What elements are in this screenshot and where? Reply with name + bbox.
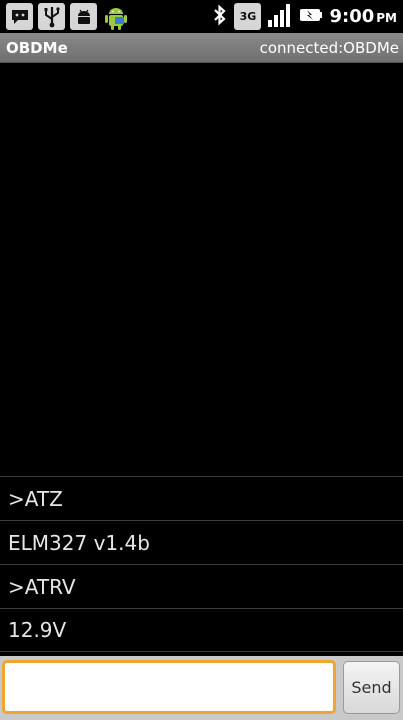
log-row: 12.9V	[0, 608, 403, 652]
screen: 3G 9:00 PM OBDMe connected:OBDMe >ATZ EL…	[0, 0, 403, 720]
android-icon[interactable]	[102, 3, 129, 30]
bluetooth-icon[interactable]	[212, 3, 228, 31]
battery-icon[interactable]	[299, 6, 323, 28]
usb-icon[interactable]	[38, 3, 65, 30]
notification-icons	[0, 3, 129, 30]
app-title: OBDMe	[6, 38, 68, 57]
connection-status: connected:OBDMe	[259, 38, 399, 57]
log-list: >ATZ ELM327 v1.4b >ATRV 12.9V	[0, 476, 403, 652]
3g-icon[interactable]: 3G	[234, 3, 262, 30]
input-area: Send	[0, 656, 403, 720]
log-row: >ATZ	[0, 476, 403, 520]
signal-icon[interactable]	[267, 2, 293, 32]
clock: 9:00 PM	[329, 6, 397, 27]
system-icons: 3G 9:00 PM	[212, 2, 403, 32]
log-row: >ATRV	[0, 564, 403, 608]
title-bar: OBDMe connected:OBDMe	[0, 33, 403, 63]
log-row: ELM327 v1.4b	[0, 520, 403, 564]
clock-time: 9:00	[329, 6, 375, 27]
debug-icon[interactable]	[70, 3, 97, 30]
clock-ampm: PM	[376, 11, 397, 25]
3g-label: 3G	[239, 10, 257, 23]
send-button[interactable]: Send	[343, 661, 400, 714]
command-input[interactable]	[2, 660, 336, 714]
message-icon[interactable]	[6, 3, 33, 30]
status-bar: 3G 9:00 PM	[0, 0, 403, 33]
